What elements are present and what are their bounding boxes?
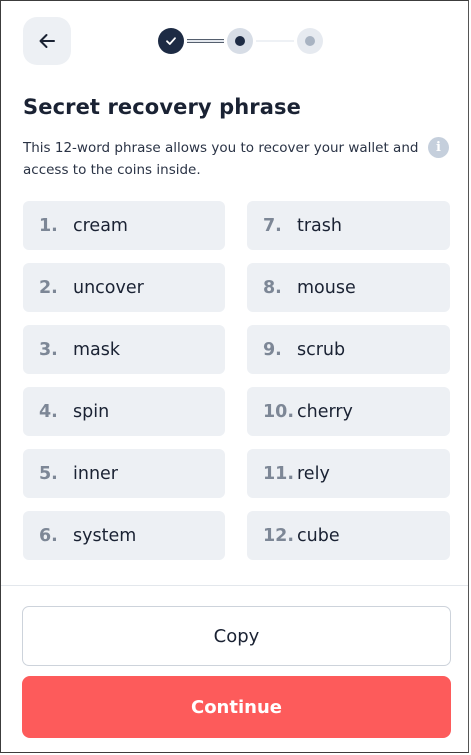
word-number: 11. (263, 463, 295, 484)
info-icon[interactable]: i (428, 137, 449, 158)
word-text: uncover (73, 277, 144, 298)
back-button[interactable] (23, 17, 71, 65)
arrow-left-icon (39, 34, 55, 48)
check-icon (166, 37, 176, 45)
word-text: rely (297, 463, 330, 484)
phrase-word: 11. rely (247, 449, 450, 498)
progress-stepper (158, 28, 323, 54)
word-text: system (73, 525, 137, 546)
recovery-phrase-grid: 1. cream 7. trash 2. uncover 8. mouse 3. mask… (23, 201, 450, 560)
phrase-word: 6. system (23, 511, 225, 560)
description-text: This 12-word phrase allows you to recove… (23, 140, 419, 178)
phrase-word: 1. cream (23, 201, 225, 250)
phrase-word: 12. cube (247, 511, 450, 560)
step-dot (235, 36, 245, 46)
word-number: 12. (263, 525, 295, 546)
word-number: 7. (263, 215, 282, 236)
step-current (227, 28, 253, 54)
step-completed (158, 28, 184, 54)
word-text: trash (297, 215, 342, 236)
footer-divider (1, 585, 468, 586)
continue-button[interactable]: Continue (22, 676, 451, 738)
word-number: 8. (263, 277, 282, 298)
phrase-word: 10. cherry (247, 387, 450, 436)
word-number: 4. (39, 401, 58, 422)
step-dot (305, 36, 315, 46)
phrase-word: 4. spin (23, 387, 225, 436)
word-text: scrub (297, 339, 346, 360)
word-text: mask (73, 339, 121, 360)
wallet-setup-window: Secret recovery phrase This 12-word phra… (0, 0, 469, 753)
phrase-word: 3. mask (23, 325, 225, 374)
phrase-word: 9. scrub (247, 325, 450, 374)
phrase-word: 8. mouse (247, 263, 450, 312)
step-connector (256, 40, 294, 42)
word-text: mouse (297, 277, 356, 298)
phrase-word: 2. uncover (23, 263, 225, 312)
word-number: 6. (39, 525, 58, 546)
word-text: cream (73, 215, 128, 236)
word-text: cherry (297, 401, 353, 422)
step-upcoming (297, 28, 323, 54)
phrase-word: 7. trash (247, 201, 450, 250)
word-text: spin (73, 401, 110, 422)
word-text: cube (297, 525, 340, 546)
word-number: 1. (39, 215, 58, 236)
phrase-word: 5. inner (23, 449, 225, 498)
word-text: inner (73, 463, 119, 484)
word-number: 2. (39, 277, 58, 298)
page-title: Secret recovery phrase (23, 95, 301, 119)
word-number: 9. (263, 339, 282, 360)
word-number: 5. (39, 463, 58, 484)
step-connector (187, 39, 224, 43)
word-number: 3. (39, 339, 58, 360)
word-number: 10. (263, 401, 295, 422)
copy-button[interactable]: Copy (22, 606, 451, 666)
